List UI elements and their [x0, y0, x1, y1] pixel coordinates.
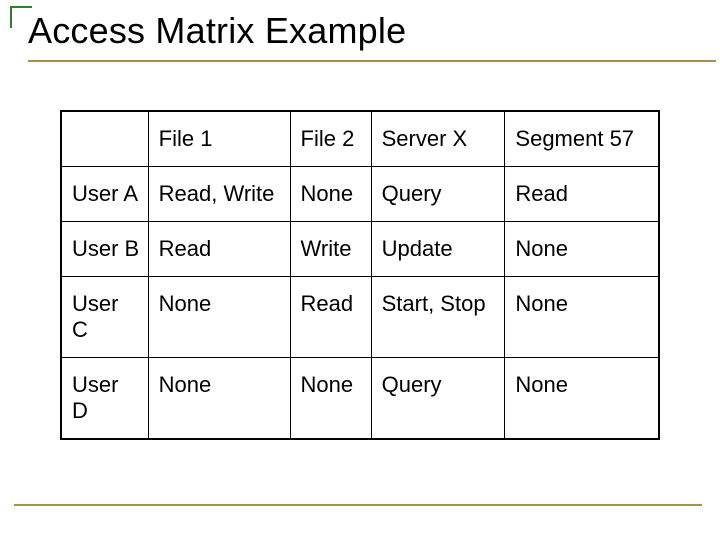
header-file1: File 1	[148, 111, 290, 167]
cell: None	[505, 358, 659, 440]
row-label: User C	[61, 277, 148, 358]
cell: Query	[371, 358, 505, 440]
slide: Access Matrix Example File 1 File 2 Serv…	[0, 0, 720, 540]
row-label: User A	[61, 167, 148, 222]
row-label: User D	[61, 358, 148, 440]
cell: None	[505, 222, 659, 277]
table-row: User C None Read Start, Stop None	[61, 277, 659, 358]
cell: Query	[371, 167, 505, 222]
table-row: User D None None Query None	[61, 358, 659, 440]
cell: Read	[505, 167, 659, 222]
cell: Read	[148, 222, 290, 277]
cell: Start, Stop	[371, 277, 505, 358]
access-matrix-table-wrap: File 1 File 2 Server X Segment 57 User A…	[60, 110, 660, 440]
table-header-row: File 1 File 2 Server X Segment 57	[61, 111, 659, 167]
cell: None	[148, 277, 290, 358]
cell: Write	[290, 222, 371, 277]
header-segment57: Segment 57	[505, 111, 659, 167]
table-row: User A Read, Write None Query Read	[61, 167, 659, 222]
header-file2: File 2	[290, 111, 371, 167]
cell: None	[148, 358, 290, 440]
cell: Read	[290, 277, 371, 358]
footer-underline	[14, 504, 702, 506]
table-row: User B Read Write Update None	[61, 222, 659, 277]
slide-title: Access Matrix Example	[28, 6, 720, 58]
corner-accent-icon	[10, 6, 32, 28]
access-matrix-table: File 1 File 2 Server X Segment 57 User A…	[60, 110, 660, 440]
cell: None	[290, 358, 371, 440]
title-underline	[28, 60, 716, 62]
cell: None	[505, 277, 659, 358]
title-area: Access Matrix Example	[0, 0, 720, 62]
cell: Read, Write	[148, 167, 290, 222]
header-serverx: Server X	[371, 111, 505, 167]
header-blank	[61, 111, 148, 167]
row-label: User B	[61, 222, 148, 277]
cell: None	[290, 167, 371, 222]
cell: Update	[371, 222, 505, 277]
